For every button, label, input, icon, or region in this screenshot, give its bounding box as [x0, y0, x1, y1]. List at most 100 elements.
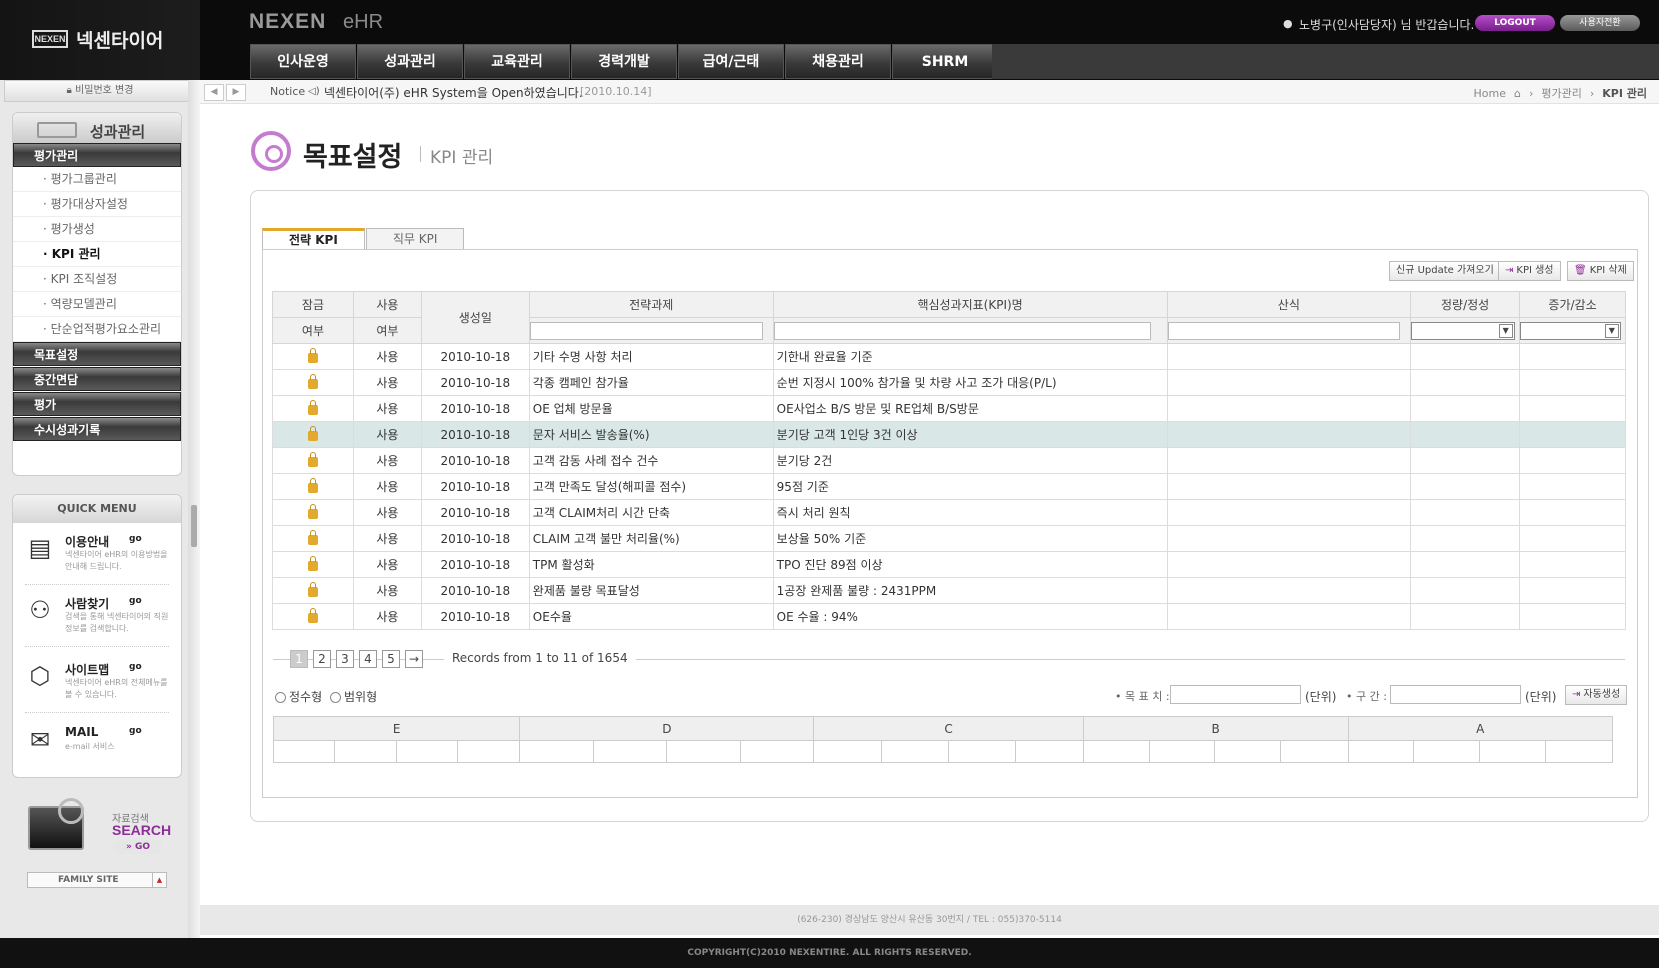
grade-input-cell[interactable] [666, 740, 741, 763]
menu-item-kpi-mgmt[interactable]: · KPI 관리 [13, 242, 181, 267]
grade-input-cell[interactable] [1015, 740, 1084, 763]
task-cell[interactable]: OE 업체 방문율 [528, 395, 774, 422]
menu-item-simple-eval[interactable]: · 단순업적평가요소관리 [13, 317, 181, 342]
col-trend[interactable]: 증가/감소 [1519, 291, 1626, 318]
nav-hr-operation[interactable]: 인사운영 [250, 44, 356, 79]
task-cell[interactable]: CLAIM 고객 불만 처리율(%) [528, 525, 774, 552]
switch-user-button[interactable]: 사용자전환 [1560, 15, 1640, 31]
kpi-cell[interactable]: 분기당 2건 [772, 447, 1168, 474]
lock-icon[interactable] [307, 503, 318, 519]
next-page-button[interactable]: → [405, 650, 423, 668]
grade-input-cell[interactable] [1280, 740, 1349, 763]
tab-job-kpi[interactable]: 직무 KPI [365, 228, 465, 250]
menu-item-eval-group[interactable]: · 평가그룹관리 [13, 167, 181, 192]
table-row[interactable]: 사용 2010-10-18 고객 CLAIM처리 시간 단축 즉시 처리 원칙 [272, 499, 1626, 526]
grade-input-cell[interactable] [1214, 740, 1282, 763]
lock-icon[interactable] [307, 425, 318, 441]
grade-input-cell[interactable] [1347, 740, 1415, 763]
lock-icon[interactable] [307, 555, 318, 571]
grade-input-cell[interactable] [395, 740, 459, 763]
task-cell[interactable]: 각종 캠페인 참가율 [528, 369, 774, 396]
task-cell[interactable]: 고객 만족도 달성(해피콜 점수) [528, 473, 774, 500]
menu-item-competency[interactable]: · 역량모델관리 [13, 292, 181, 317]
nav-shrm[interactable]: SHRM [892, 44, 998, 79]
task-cell[interactable]: 고객 감동 사례 접수 건수 [528, 447, 774, 474]
type-filter-select[interactable]: ▼ [1411, 321, 1515, 340]
grade-input-cell[interactable] [519, 740, 594, 763]
radio-integer[interactable]: 정수형 [275, 688, 322, 705]
grade-input-cell[interactable] [1082, 740, 1150, 763]
nav-career[interactable]: 경력개발 [571, 44, 677, 79]
menu-group-goal-setting[interactable]: 목표설정 [13, 342, 181, 366]
quick-item-go[interactable]: go [129, 662, 142, 672]
trend-filter-select[interactable]: ▼ [1520, 321, 1621, 340]
kpi-cell[interactable]: 순번 지정시 100% 참가율 및 차량 사고 조가 대응(P/L) [772, 369, 1168, 396]
company-name[interactable]: 넥센타이어 [76, 26, 163, 53]
lock-icon[interactable] [307, 373, 318, 389]
table-row[interactable]: 사용 2010-10-18 고객 감동 사례 접수 건수 분기당 2건 [272, 447, 1626, 474]
nav-performance[interactable]: 성과관리 [357, 44, 463, 79]
kpi-cell[interactable]: OE 수율 : 94% [772, 603, 1168, 630]
kpi-cell[interactable]: 분기당 고객 1인당 3건 이상 [772, 421, 1168, 448]
password-change-button[interactable]: 🔒︎ 비밀번호 변경 [4, 80, 196, 102]
table-row[interactable]: 사용 2010-10-18 OE수율 OE 수율 : 94% [272, 603, 1626, 630]
grade-input-cell[interactable] [1148, 740, 1216, 763]
kpi-cell[interactable]: 즉시 처리 원칙 [772, 499, 1168, 526]
page-4-button[interactable]: 4 [359, 650, 377, 668]
kpi-create-button[interactable]: ⇥ KPI 생성 [1498, 261, 1561, 281]
kpi-cell[interactable]: OE사업소 B/S 방문 및 RE업체 B/S방문 [772, 395, 1168, 422]
lock-icon[interactable] [307, 399, 318, 415]
breadcrumb-eval[interactable]: 평가관리 [1541, 85, 1581, 101]
task-filter-input[interactable] [529, 321, 763, 340]
grade-input-cell[interactable] [457, 740, 521, 763]
kpi-cell[interactable]: TPO 진단 89점 이상 [772, 551, 1168, 578]
kpi-cell[interactable]: 1공장 완제품 불량 : 2431PPM [772, 577, 1168, 604]
target-input[interactable] [1170, 685, 1301, 704]
table-row[interactable]: 사용 2010-10-18 각종 캠페인 참가율 순번 지정시 100% 참가율 및 … [272, 369, 1626, 396]
menu-group-eval[interactable]: 평가 [13, 392, 181, 416]
col-kpi[interactable]: 핵심성과지표(KPI)명 [772, 291, 1168, 318]
lock-icon[interactable] [307, 347, 318, 363]
page-5-button[interactable]: 5 [382, 650, 400, 668]
table-row[interactable]: 사용 2010-10-18 고객 만족도 달성(해피콜 점수) 95점 기준 [272, 473, 1626, 500]
menu-item-kpi-org[interactable]: · KPI 조직설정 [13, 267, 181, 292]
page-2-button[interactable]: 2 [313, 650, 331, 668]
family-site-select[interactable]: FAMILY SITE ▲ [27, 872, 167, 888]
kpi-cell[interactable]: 95점 기준 [772, 473, 1168, 500]
quick-item-mail[interactable]: ✉ MAIL go e-mail 서비스 [25, 719, 169, 777]
menu-item-eval-create[interactable]: · 평가생성 [13, 217, 181, 242]
search-banner[interactable]: 자료검색 SEARCH » GO [28, 798, 171, 864]
menu-group-eval-mgmt[interactable]: 평가관리 [13, 143, 181, 167]
kpi-delete-button[interactable]: 🗑︎ KPI 삭제 [1567, 261, 1634, 281]
col-created[interactable]: 생성일 [420, 291, 530, 344]
radio-range[interactable]: 범위형 [330, 688, 377, 705]
task-cell[interactable]: 고객 CLAIM처리 시간 단축 [528, 499, 774, 526]
kpi-cell[interactable]: 보상율 50% 기준 [772, 525, 1168, 552]
nav-education[interactable]: 교육관리 [464, 44, 570, 79]
grade-input-cell[interactable] [272, 740, 336, 763]
range-input[interactable] [1390, 685, 1521, 704]
table-row[interactable]: 사용 2010-10-18 OE 업체 방문율 OE사업소 B/S 방문 및 RE업체… [272, 395, 1626, 422]
page-3-button[interactable]: 3 [336, 650, 354, 668]
page-1-button[interactable]: 1 [290, 650, 308, 668]
grade-input-cell[interactable] [334, 740, 397, 763]
menu-group-midterm[interactable]: 중간면담 [13, 367, 181, 391]
breadcrumb-home[interactable]: Home [1473, 87, 1505, 100]
company-logo[interactable]: NEXEN [32, 30, 68, 48]
grade-input-cell[interactable] [592, 740, 668, 763]
col-type[interactable]: 정량/정성 [1410, 291, 1521, 318]
table-row[interactable]: 사용 2010-10-18 CLAIM 고객 불만 처리율(%) 보상율 50% 기준 [272, 525, 1626, 552]
quick-item-go[interactable]: go [129, 534, 142, 544]
lock-icon[interactable] [307, 581, 318, 597]
task-cell[interactable]: OE수율 [528, 603, 774, 630]
table-row[interactable]: 사용 2010-10-18 TPM 활성화 TPO 진단 89점 이상 [272, 551, 1626, 578]
grade-input-cell[interactable] [1545, 740, 1613, 763]
task-cell[interactable]: 완제품 불량 목표달성 [528, 577, 774, 604]
auto-generate-button[interactable]: ⇥ 자동생성 [1565, 685, 1628, 705]
logout-button[interactable]: LOGOUT [1475, 15, 1555, 31]
search-go-button[interactable]: » GO [114, 840, 162, 854]
kpi-cell[interactable]: 기한내 완료율 기준 [772, 343, 1168, 370]
update-import-button[interactable]: 신규 Update 가져오기 [1389, 261, 1501, 281]
lock-icon[interactable] [307, 529, 318, 545]
table-row[interactable]: 사용 2010-10-18 기타 수명 사항 처리 기한내 완료율 기준 [272, 343, 1626, 370]
